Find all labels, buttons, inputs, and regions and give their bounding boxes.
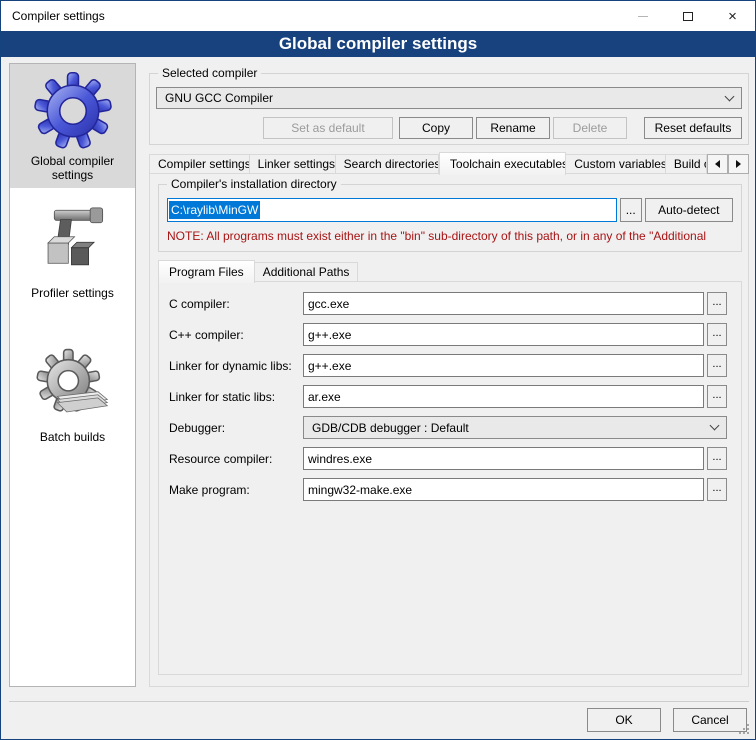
- linker-dynamic-browse-button[interactable]: ...: [707, 354, 727, 377]
- field-label: Debugger:: [169, 421, 303, 435]
- program-files-panel: C compiler: ... C++ compiler: ... Linker…: [158, 281, 742, 675]
- close-icon: ×: [728, 9, 737, 24]
- debugger-value: GDB/CDB debugger : Default: [312, 421, 711, 435]
- blue-gear-icon: [34, 72, 112, 150]
- linker-dynamic-input[interactable]: [303, 354, 704, 377]
- installation-directory-value: C:\raylib\MinGW: [169, 201, 260, 219]
- debugger-combobox[interactable]: GDB/CDB debugger : Default: [303, 416, 727, 439]
- tab-compiler-settings[interactable]: Compiler settings: [149, 154, 250, 174]
- gray-gear-stack-icon: [34, 348, 112, 426]
- set-as-default-button[interactable]: Set as default: [263, 117, 393, 139]
- selected-compiler-combobox[interactable]: GNU GCC Compiler: [156, 87, 742, 109]
- cpp-compiler-browse-button[interactable]: ...: [707, 323, 727, 346]
- resize-grip[interactable]: [741, 725, 755, 739]
- sidebar-item-global-compiler-settings[interactable]: Global compiler settings: [10, 64, 135, 188]
- tab-program-files[interactable]: Program Files: [158, 260, 255, 283]
- footer-separator: [9, 701, 749, 702]
- minimize-button[interactable]: [620, 1, 665, 31]
- arrow-right-icon: [736, 160, 741, 168]
- tab-additional-paths[interactable]: Additional Paths: [255, 262, 359, 282]
- sidebar-item-profiler-settings[interactable]: Profiler settings: [10, 196, 135, 306]
- cpp-compiler-input[interactable]: [303, 323, 704, 346]
- tab-custom-variables[interactable]: Custom variables: [566, 154, 666, 174]
- field-label: C compiler:: [169, 297, 303, 311]
- field-row-cpp-compiler: C++ compiler: ...: [169, 323, 727, 346]
- dialog-header-title: Global compiler settings: [1, 31, 755, 57]
- tab-search-directories[interactable]: Search directories: [336, 154, 439, 174]
- delete-button[interactable]: Delete: [553, 117, 627, 139]
- chevron-down-icon: [725, 91, 735, 101]
- program-files-tabstrip: Program Files Additional Paths: [158, 259, 742, 282]
- c-compiler-input[interactable]: [303, 292, 704, 315]
- tab-toolchain-executables[interactable]: Toolchain executables: [439, 152, 566, 175]
- bin-subdirectory-note: NOTE: All programs must exist either in …: [167, 229, 737, 243]
- toolchain-executables-panel: Compiler's installation directory C:\ray…: [149, 173, 749, 687]
- sidebar-item-label: Batch builds: [40, 430, 105, 444]
- sidebar-item-label: Profiler settings: [31, 286, 114, 300]
- group-legend: Compiler's installation directory: [167, 177, 341, 191]
- installation-directory-row: C:\raylib\MinGW ... Auto-detect: [167, 198, 733, 222]
- make-program-browse-button[interactable]: ...: [707, 478, 727, 501]
- settings-tabstrip: Compiler settings Linker settings Search…: [149, 151, 749, 174]
- window-controls: ×: [620, 1, 755, 31]
- arrow-left-icon: [715, 160, 720, 168]
- window-title: Compiler settings: [1, 9, 105, 23]
- linker-static-browse-button[interactable]: ...: [707, 385, 727, 408]
- installation-directory-browse-button[interactable]: ...: [620, 198, 642, 222]
- field-label: Make program:: [169, 483, 303, 497]
- tab-scroll-buttons: [707, 154, 749, 174]
- field-label: Linker for dynamic libs:: [169, 359, 303, 373]
- auto-detect-button[interactable]: Auto-detect: [645, 198, 733, 222]
- copy-button[interactable]: Copy: [399, 117, 473, 139]
- tab-linker-settings[interactable]: Linker settings: [250, 154, 336, 174]
- compiler-settings-dialog: Compiler settings × Global compiler sett…: [0, 0, 756, 740]
- compiler-buttons-row: Set as default Copy Rename Delete Reset …: [156, 117, 742, 139]
- field-label: Linker for static libs:: [169, 390, 303, 404]
- ok-button[interactable]: OK: [587, 708, 661, 732]
- minimize-icon: [638, 16, 648, 17]
- field-row-c-compiler: C compiler: ...: [169, 292, 727, 315]
- titlebar: Compiler settings ×: [1, 1, 755, 31]
- field-row-linker-dynamic: Linker for dynamic libs: ...: [169, 354, 727, 377]
- tab-scroll-right-button[interactable]: [728, 154, 749, 174]
- tab-build-options[interactable]: Build options: [666, 154, 707, 174]
- sidebar-item-batch-builds[interactable]: Batch builds: [10, 340, 135, 450]
- tab-scroll-left-button[interactable]: [707, 154, 728, 174]
- settings-category-sidebar: Global compiler settings Profiler settin…: [9, 63, 136, 687]
- chevron-down-icon: [710, 421, 720, 431]
- close-button[interactable]: ×: [710, 1, 755, 31]
- linker-static-input[interactable]: [303, 385, 704, 408]
- field-label: Resource compiler:: [169, 452, 303, 466]
- sidebar-item-label: Global compiler settings: [12, 154, 133, 182]
- field-row-debugger: Debugger: GDB/CDB debugger : Default: [169, 416, 727, 439]
- rename-button[interactable]: Rename: [476, 117, 550, 139]
- reset-defaults-button[interactable]: Reset defaults: [644, 117, 742, 139]
- field-row-linker-static: Linker for static libs: ...: [169, 385, 727, 408]
- field-row-make-program: Make program: ...: [169, 478, 727, 501]
- field-row-resource-compiler: Resource compiler: ...: [169, 447, 727, 470]
- make-program-input[interactable]: [303, 478, 704, 501]
- selected-compiler-value: GNU GCC Compiler: [165, 91, 726, 105]
- resource-compiler-browse-button[interactable]: ...: [707, 447, 727, 470]
- resize-grip-icon: [747, 732, 749, 734]
- c-compiler-browse-button[interactable]: ...: [707, 292, 727, 315]
- maximize-button[interactable]: [665, 1, 710, 31]
- group-legend: Selected compiler: [158, 66, 261, 80]
- resource-compiler-input[interactable]: [303, 447, 704, 470]
- installation-directory-input[interactable]: C:\raylib\MinGW: [167, 198, 617, 222]
- cancel-button[interactable]: Cancel: [673, 708, 747, 732]
- caliper-icon: [34, 204, 112, 282]
- field-label: C++ compiler:: [169, 328, 303, 342]
- maximize-icon: [683, 12, 693, 21]
- selected-compiler-group: Selected compiler GNU GCC Compiler Set a…: [149, 73, 749, 145]
- installation-directory-group: Compiler's installation directory C:\ray…: [158, 184, 742, 252]
